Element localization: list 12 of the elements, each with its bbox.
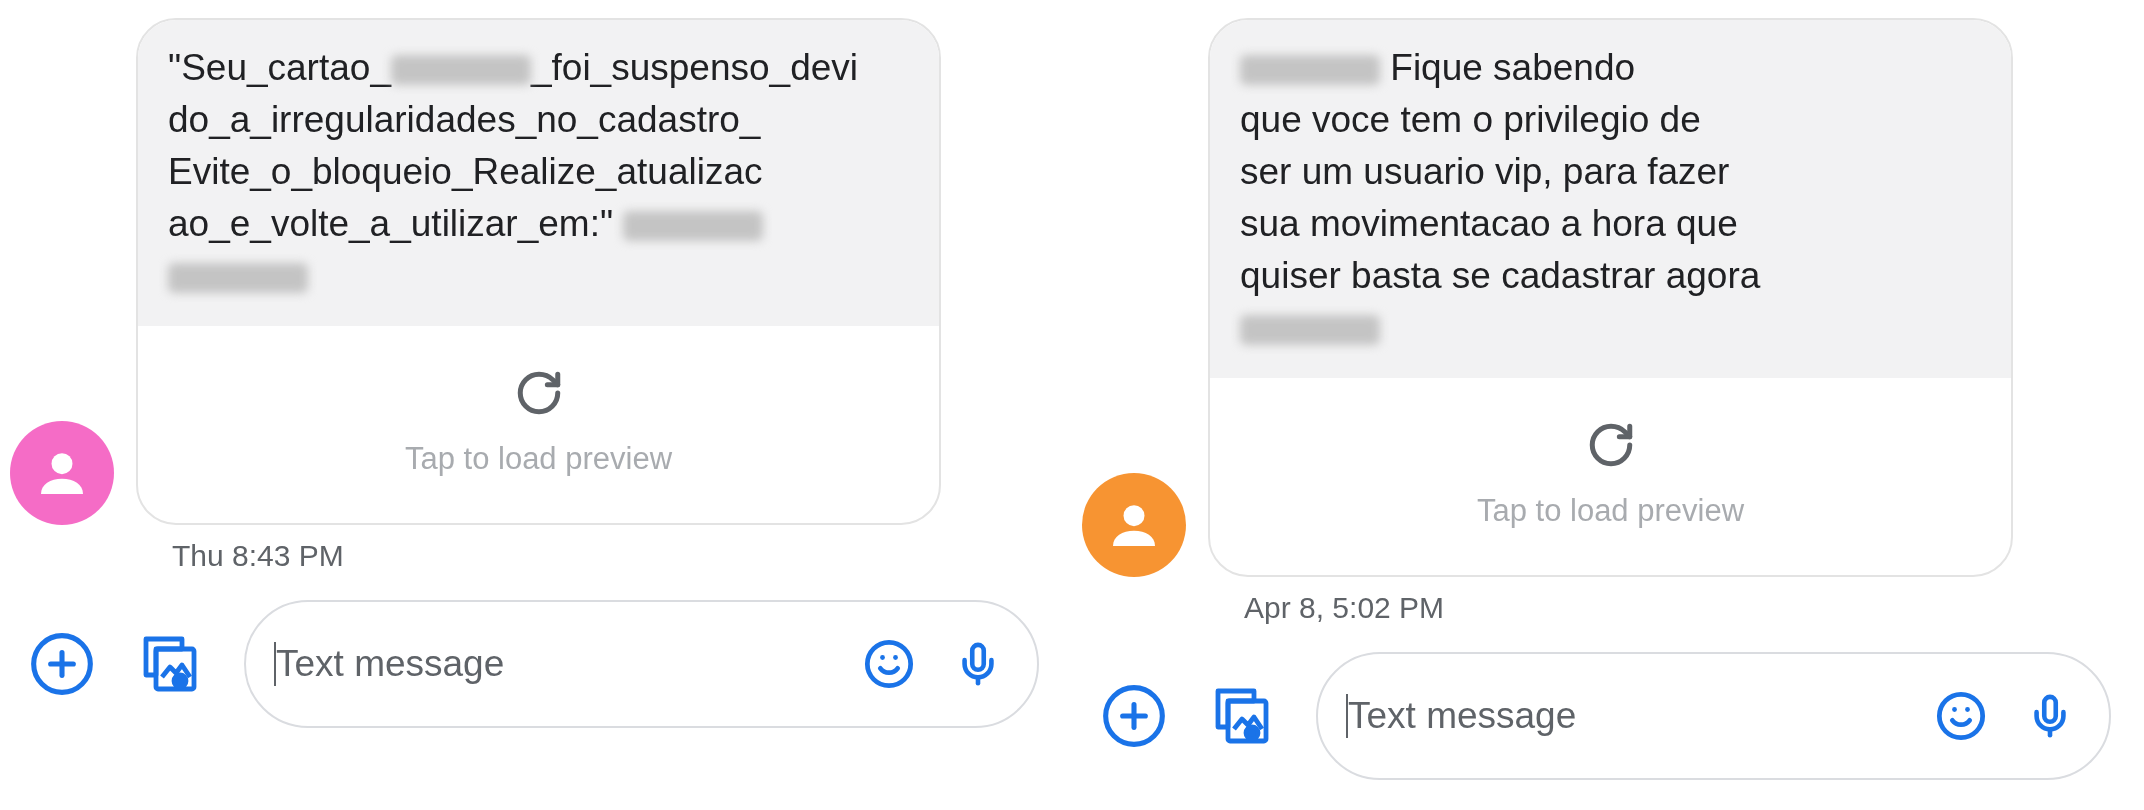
text-message-field[interactable]: Text message <box>1348 687 1935 744</box>
preview-label[interactable]: Tap to load preview <box>404 436 673 483</box>
message-field[interactable]: Text message <box>244 599 1039 728</box>
preview-label[interactable]: Tap to load preview <box>1476 488 1745 535</box>
message-field[interactable]: Text message <box>1316 651 2111 780</box>
text-message-field[interactable]: Text message <box>276 635 863 692</box>
timestamp: Apr 8, 5:02 PM <box>1244 589 1445 626</box>
timestamp: Thu 8:43 PM <box>172 537 344 574</box>
message-text: Fique sabendo que voce tem o privilegio de ser um usuario vip, para fazer sua movimentacao a hora que quiser basta se cadastrar agora <box>1210 20 2011 378</box>
message-text: "Seu_cartao_ _foi_suspenso_devi do_a_irregularidades_no_cadastro_ Evite_o_bloqueio_Realize_atualizac ao_e_volte_a_utilizar_em:" <box>138 20 939 326</box>
emoji-icon[interactable] <box>1935 689 1987 742</box>
emoji-icon[interactable] <box>863 637 915 690</box>
